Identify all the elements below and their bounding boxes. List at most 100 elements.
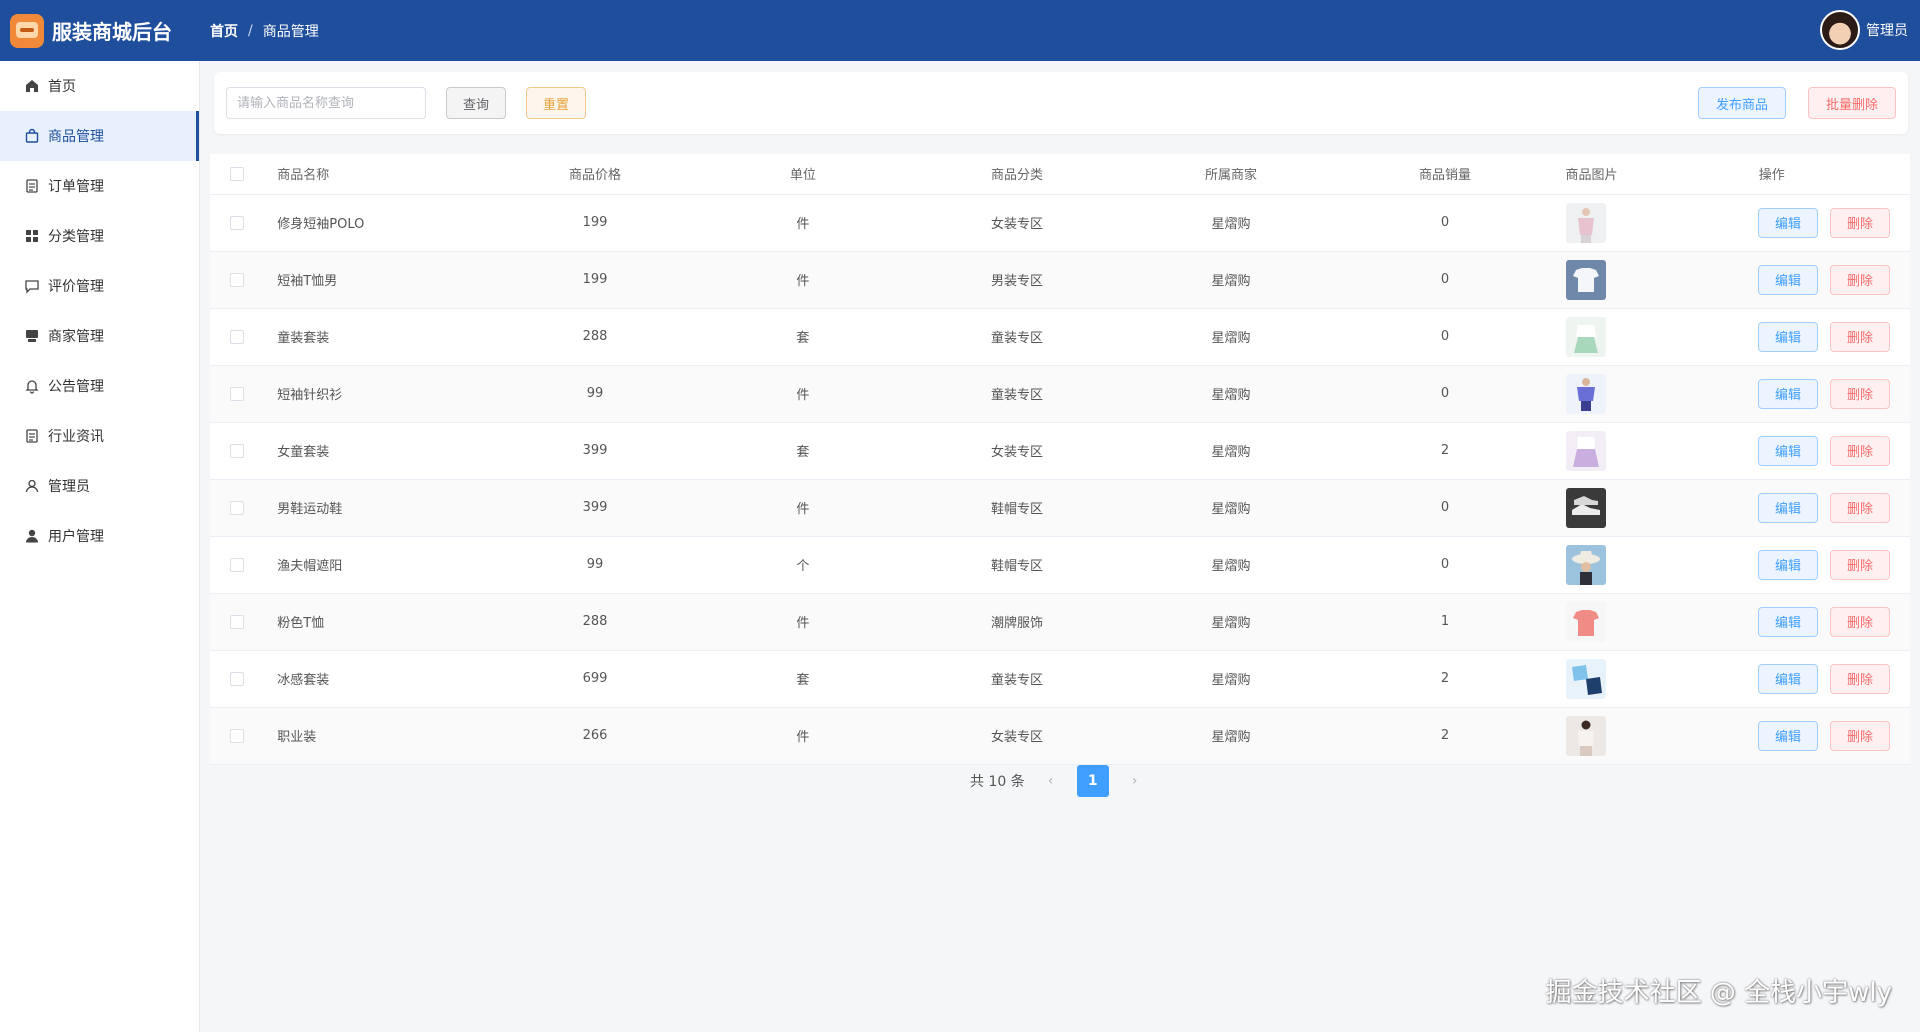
edit-button[interactable]: 编辑	[1758, 321, 1818, 352]
row-checkbox[interactable]	[229, 671, 244, 686]
reset-button[interactable]: 重置	[526, 87, 586, 119]
row-checkbox[interactable]	[229, 557, 244, 572]
delete-button[interactable]: 删除	[1830, 492, 1890, 523]
cell-price: 288	[494, 593, 696, 651]
column-header-name[interactable]: 商品名称	[263, 154, 495, 195]
cell-category: 鞋帽专区	[910, 536, 1124, 594]
row-checkbox[interactable]	[229, 329, 244, 344]
cell-shop: 星熠购	[1123, 479, 1339, 537]
edit-button[interactable]: 编辑	[1758, 435, 1818, 466]
row-checkbox[interactable]	[229, 500, 244, 515]
cell-image	[1551, 194, 1634, 252]
product-thumbnail[interactable]	[1565, 715, 1606, 756]
delete-button[interactable]: 删除	[1830, 378, 1890, 409]
edit-button[interactable]: 编辑	[1758, 378, 1818, 409]
row-actions: 编辑 删除	[1633, 492, 1910, 523]
cell-product-name: 男鞋运动鞋	[263, 479, 495, 537]
edit-button[interactable]: 编辑	[1758, 606, 1818, 637]
sidebar-item-home[interactable]: 首页	[0, 61, 199, 111]
breadcrumb-current: 商品管理	[262, 23, 319, 40]
sidebar-item-news[interactable]: 行业资讯	[0, 411, 199, 461]
row-checkbox[interactable]	[229, 614, 244, 629]
product-thumbnail[interactable]	[1565, 544, 1606, 585]
sidebar-item-merchants[interactable]: 商家管理	[0, 311, 199, 361]
edit-button[interactable]: 编辑	[1758, 264, 1818, 295]
select-all-cell	[210, 154, 264, 195]
row-check-cell	[210, 536, 264, 594]
cell-actions: 编辑 删除	[1633, 479, 1910, 537]
breadcrumb-separator: /	[248, 22, 253, 39]
product-thumbnail[interactable]	[1565, 202, 1606, 243]
column-header-price[interactable]: 商品价格	[494, 154, 696, 195]
breadcrumb-home[interactable]: 首页	[210, 21, 238, 41]
delete-button[interactable]: 删除	[1830, 321, 1890, 352]
row-actions: 编辑 删除	[1633, 435, 1910, 466]
edit-button[interactable]: 编辑	[1758, 663, 1818, 694]
delete-button[interactable]: 删除	[1830, 264, 1890, 295]
delete-button[interactable]: 删除	[1830, 720, 1890, 751]
edit-button[interactable]: 编辑	[1758, 549, 1818, 580]
app-title: 服装商城后台	[52, 20, 172, 44]
column-header-unit[interactable]: 单位	[695, 154, 911, 195]
delete-button[interactable]: 删除	[1830, 606, 1890, 637]
product-thumbnail[interactable]	[1565, 373, 1606, 414]
cell-shop: 星熠购	[1123, 536, 1339, 594]
sidebar-item-categories[interactable]: 分类管理	[0, 211, 199, 261]
product-table: 商品名称 商品价格 单位 商品分类 所属商家 商品销量 商品图片 操作 修身短袖…	[210, 154, 1910, 765]
chevron-right-icon[interactable]: ›	[1125, 773, 1145, 789]
cell-sales: 2	[1338, 422, 1552, 480]
sidebar-item-notices[interactable]: 公告管理	[0, 361, 199, 411]
cell-sales: 0	[1338, 308, 1552, 366]
sidebar-item-orders[interactable]: 订单管理	[0, 161, 199, 211]
search-input[interactable]	[226, 87, 426, 119]
cell-category: 童装专区	[910, 650, 1124, 708]
cell-actions: 编辑 删除	[1633, 422, 1910, 480]
product-thumbnail[interactable]	[1565, 487, 1606, 528]
edit-button[interactable]: 编辑	[1758, 492, 1818, 523]
publish-product-button[interactable]: 发布商品	[1698, 87, 1786, 119]
query-button[interactable]: 查询	[446, 87, 506, 119]
delete-button[interactable]: 删除	[1830, 663, 1890, 694]
product-thumbnail[interactable]	[1565, 316, 1606, 357]
home-icon	[24, 78, 40, 94]
column-header-sales[interactable]: 商品销量	[1338, 154, 1552, 195]
store-icon	[24, 328, 40, 344]
cell-shop: 星熠购	[1123, 308, 1339, 366]
row-checkbox[interactable]	[229, 386, 244, 401]
edit-button[interactable]: 编辑	[1758, 720, 1818, 751]
edit-button[interactable]: 编辑	[1758, 207, 1818, 238]
column-header-category[interactable]: 商品分类	[910, 154, 1124, 195]
sidebar-item-products[interactable]: 商品管理	[0, 111, 199, 161]
sidebar-item-admins[interactable]: 管理员	[0, 461, 199, 511]
logo[interactable]: 服装商城后台	[0, 13, 200, 48]
user-name[interactable]: 管理员	[1866, 20, 1908, 40]
cell-sales: 0	[1338, 194, 1552, 252]
select-all-checkbox[interactable]	[229, 166, 244, 181]
chevron-left-icon[interactable]: ‹	[1041, 773, 1061, 789]
page-number-current[interactable]: 1	[1076, 765, 1109, 797]
cell-product-name: 职业装	[263, 707, 495, 765]
sidebar-item-users[interactable]: 用户管理	[0, 511, 199, 561]
cell-category: 男装专区	[910, 251, 1124, 309]
column-header-shop[interactable]: 所属商家	[1123, 154, 1339, 195]
row-checkbox[interactable]	[229, 443, 244, 458]
row-checkbox[interactable]	[229, 728, 244, 743]
sidebar-item-label: 评价管理	[48, 279, 104, 295]
cell-category: 女装专区	[910, 194, 1124, 252]
watermark: 掘金技术社区 @ 全栈小宇wly	[1545, 978, 1892, 1008]
sidebar-item-reviews[interactable]: 评价管理	[0, 261, 199, 311]
chat-icon	[24, 278, 40, 294]
product-thumbnail[interactable]	[1565, 601, 1606, 642]
avatar[interactable]	[1820, 10, 1860, 50]
delete-button[interactable]: 删除	[1830, 549, 1890, 580]
row-checkbox[interactable]	[229, 215, 244, 230]
delete-button[interactable]: 删除	[1830, 435, 1890, 466]
product-thumbnail[interactable]	[1565, 430, 1606, 471]
delete-button[interactable]: 删除	[1830, 207, 1890, 238]
batch-delete-button[interactable]: 批量删除	[1808, 87, 1896, 119]
row-checkbox[interactable]	[229, 272, 244, 287]
cell-price: 199	[494, 194, 696, 252]
user-menu[interactable]: 管理员	[1820, 10, 1908, 50]
product-thumbnail[interactable]	[1565, 658, 1606, 699]
product-thumbnail[interactable]	[1565, 259, 1606, 300]
